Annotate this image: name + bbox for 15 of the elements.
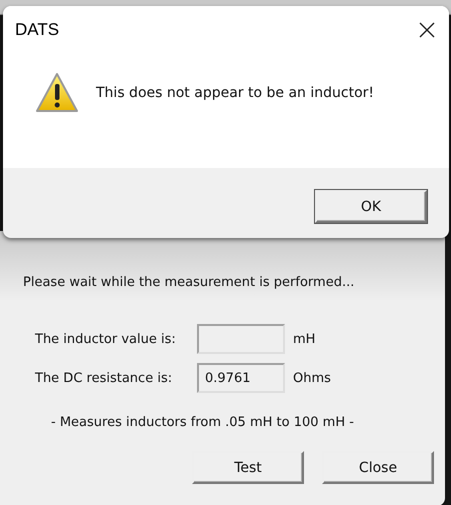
close-icon[interactable] — [419, 22, 435, 38]
close-button[interactable]: Close — [322, 451, 434, 484]
unit-label: Ohms — [293, 370, 331, 386]
value-field[interactable] — [197, 324, 285, 354]
unit-label: mH — [293, 332, 316, 346]
value-field[interactable]: 0.9761 — [197, 363, 285, 393]
field-label: The inductor value is: — [35, 332, 177, 346]
window-title: DATS — [15, 20, 60, 40]
message-text: This does not appear to be an inductor! — [96, 85, 374, 101]
ok-button[interactable]: OK — [315, 190, 427, 223]
field-label: The DC resistance is: — [35, 370, 174, 386]
status-text: Please wait while the measurement is performed... — [23, 275, 356, 290]
warning-icon — [35, 72, 79, 114]
range-note: - Measures inductors from .05 mH to 100 mH - — [51, 415, 355, 430]
test-button[interactable]: Test — [192, 451, 304, 484]
